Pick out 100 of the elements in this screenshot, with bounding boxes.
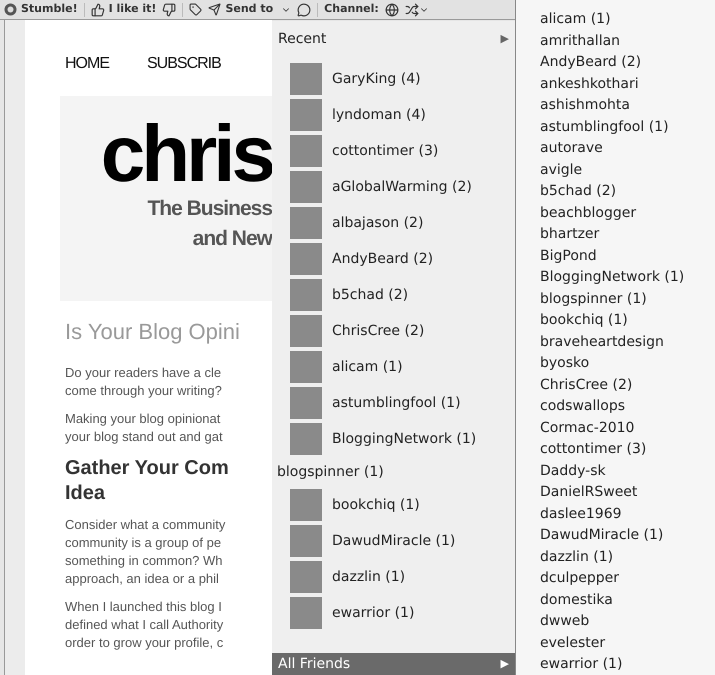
friend-menu-item[interactable]: alicam (1)	[272, 349, 515, 385]
channel-label: Channel:	[324, 1, 379, 18]
friend-list-item[interactable]: BigPond	[540, 246, 715, 267]
body-text: When I launched this blog I	[65, 598, 223, 616]
friend-list-item[interactable]: b5chad (2)	[540, 181, 715, 202]
speech-bubble-button[interactable]	[297, 2, 312, 16]
friend-menu-item[interactable]: astumblingfool (1)	[272, 385, 515, 421]
friend-list-item[interactable]: avigle	[540, 160, 715, 181]
body-text: approach, an idea or a phil	[65, 570, 220, 588]
thumbs-down-icon	[162, 2, 176, 16]
thumbs-down-button[interactable]	[162, 2, 176, 16]
tag-button[interactable]	[189, 3, 202, 16]
photo-placeholder	[290, 387, 322, 419]
friend-list-item[interactable]: amrithallan	[540, 30, 715, 52]
friend-menu-item[interactable]: ChrisCree (2)	[272, 313, 515, 349]
photo-placeholder	[290, 561, 322, 593]
body-text: order to grow your profile, c	[65, 634, 224, 652]
friend-list-item[interactable]: ChrisCree (2)	[540, 374, 715, 396]
friend-list-item[interactable]: DanielRSweet	[540, 482, 715, 504]
recent-menu-item[interactable]: Recent ▶	[272, 21, 515, 57]
photo-placeholder	[290, 135, 322, 167]
friend-menu-item[interactable]: albajason (2)	[272, 205, 515, 241]
friend-menu-item[interactable]: aGlobalWarming (2)	[272, 169, 515, 205]
friend-menu-item[interactable]: AndyBeard (2)	[272, 241, 515, 277]
tagline-text: and New	[192, 226, 272, 252]
friend-list-item[interactable]: braveheartdesign	[540, 332, 715, 353]
body-text: come through your writing?	[65, 382, 223, 400]
section-heading: Gather Your Com	[65, 456, 230, 481]
friend-list-item[interactable]: bookchiq (1)	[540, 310, 715, 332]
friend-list-item[interactable]: codswallops	[540, 396, 715, 418]
friend-list-item[interactable]: DawudMiracle (1)	[540, 525, 715, 546]
friend-list-item[interactable]: ewarrior (1)	[540, 654, 715, 675]
friend-list-item[interactable]: dazzlin (1)	[540, 546, 715, 568]
friend-list-item[interactable]: dculpepper	[540, 568, 715, 590]
body-text: your blog stand out and gat	[65, 428, 224, 446]
thumbs-up-icon	[90, 2, 105, 16]
tagline-text: The Business	[147, 196, 272, 222]
photo-placeholder	[290, 99, 322, 131]
photo-placeholder	[290, 525, 322, 557]
body-text: Making your blog opinionat	[65, 410, 222, 428]
shuffle-button[interactable]	[404, 2, 429, 16]
photo-placeholder	[290, 171, 322, 203]
friend-list-item[interactable]: beachblogger	[540, 202, 715, 224]
like-button[interactable]: I like it!	[90, 1, 156, 18]
paper-plane-icon	[208, 3, 222, 16]
friend-list-item[interactable]: byosko	[540, 353, 715, 374]
friend-menu-item[interactable]: cottontimer (3)	[272, 133, 515, 169]
body-text: something in common? Wh	[65, 552, 224, 570]
post-title: Is Your Blog Opini	[65, 318, 241, 346]
tag-icon	[189, 3, 202, 16]
friend-menu-item[interactable]: ewarrior (1)	[272, 595, 515, 631]
section-heading: Idea	[65, 481, 106, 506]
friend-list-item[interactable]: dwweb	[540, 611, 715, 632]
globe-button[interactable]	[384, 2, 399, 16]
friend-list-item[interactable]: cottontimer (3)	[540, 439, 715, 460]
friend-list-item[interactable]: domestika	[540, 590, 715, 611]
friend-list-item[interactable]: astumblingfool (1)	[540, 116, 715, 138]
site-logo: chris	[100, 114, 272, 194]
stumble-logo-icon	[4, 3, 17, 16]
friend-menu-item[interactable]: b5chad (2)	[272, 277, 515, 313]
friend-menu-item[interactable]: bookchiq (1)	[272, 487, 515, 523]
friend-list-item[interactable]: daslee1969	[540, 504, 715, 525]
friend-list-item[interactable]: alicam (1)	[540, 9, 715, 30]
friend-list-item[interactable]: bhartzer	[540, 224, 715, 246]
body-text: defined what I call Authority	[65, 616, 224, 634]
photo-placeholder	[290, 489, 322, 521]
friend-list-item[interactable]: ashishmohta	[540, 95, 715, 116]
send-to-button[interactable]: Send to	[208, 1, 292, 18]
friend-list-item[interactable]: BloggingNetwork (1)	[540, 267, 715, 288]
body-text: Do your readers have a cle	[65, 364, 222, 382]
body-text: Consider what a community	[65, 516, 226, 534]
photo-placeholder	[290, 243, 322, 275]
friend-menu-item[interactable]: dazzlin (1)	[272, 559, 515, 595]
photo-placeholder	[290, 597, 322, 629]
photo-placeholder	[290, 423, 322, 455]
friend-list-item[interactable]: blogspinner (1)	[540, 288, 715, 310]
friend-menu-item[interactable]: DawudMiracle (1)	[272, 523, 515, 559]
friend-list-item[interactable]: evelester	[540, 632, 715, 654]
friend-list-item[interactable]: AndyBeard (2)	[540, 52, 715, 74]
friend-menu-item[interactable]: GaryKing (4)	[272, 61, 515, 97]
photo-placeholder	[290, 207, 322, 239]
photo-placeholder	[290, 279, 322, 311]
friend-list-item[interactable]: ankeshkothari	[540, 74, 715, 95]
shuffle-icon	[404, 2, 419, 16]
speech-bubble-icon	[297, 2, 312, 16]
photo-placeholder	[290, 315, 322, 347]
stumble-button[interactable]: Stumble!	[4, 1, 78, 18]
friend-list-item[interactable]: autorave	[540, 138, 715, 160]
friend-menu-item[interactable]: BloggingNetwork (1)	[272, 421, 515, 457]
globe-icon	[384, 2, 399, 16]
friend-list-item[interactable]: Cormac-2010	[540, 418, 715, 439]
friend-menu-item[interactable]: lyndoman (4)	[272, 97, 515, 133]
friend-menu-item[interactable]: blogspinner (1)	[272, 457, 515, 487]
photo-placeholder	[290, 63, 322, 95]
photo-placeholder	[290, 351, 322, 383]
friend-list-item[interactable]: Daddy-sk	[540, 460, 715, 482]
all-friends-menu-item[interactable]: All Friends ▶	[272, 653, 515, 675]
nav-link[interactable]: HOME	[65, 52, 109, 76]
body-text: community is a group of pe	[65, 534, 222, 552]
nav-link[interactable]: SUBSCRIB	[147, 52, 221, 76]
